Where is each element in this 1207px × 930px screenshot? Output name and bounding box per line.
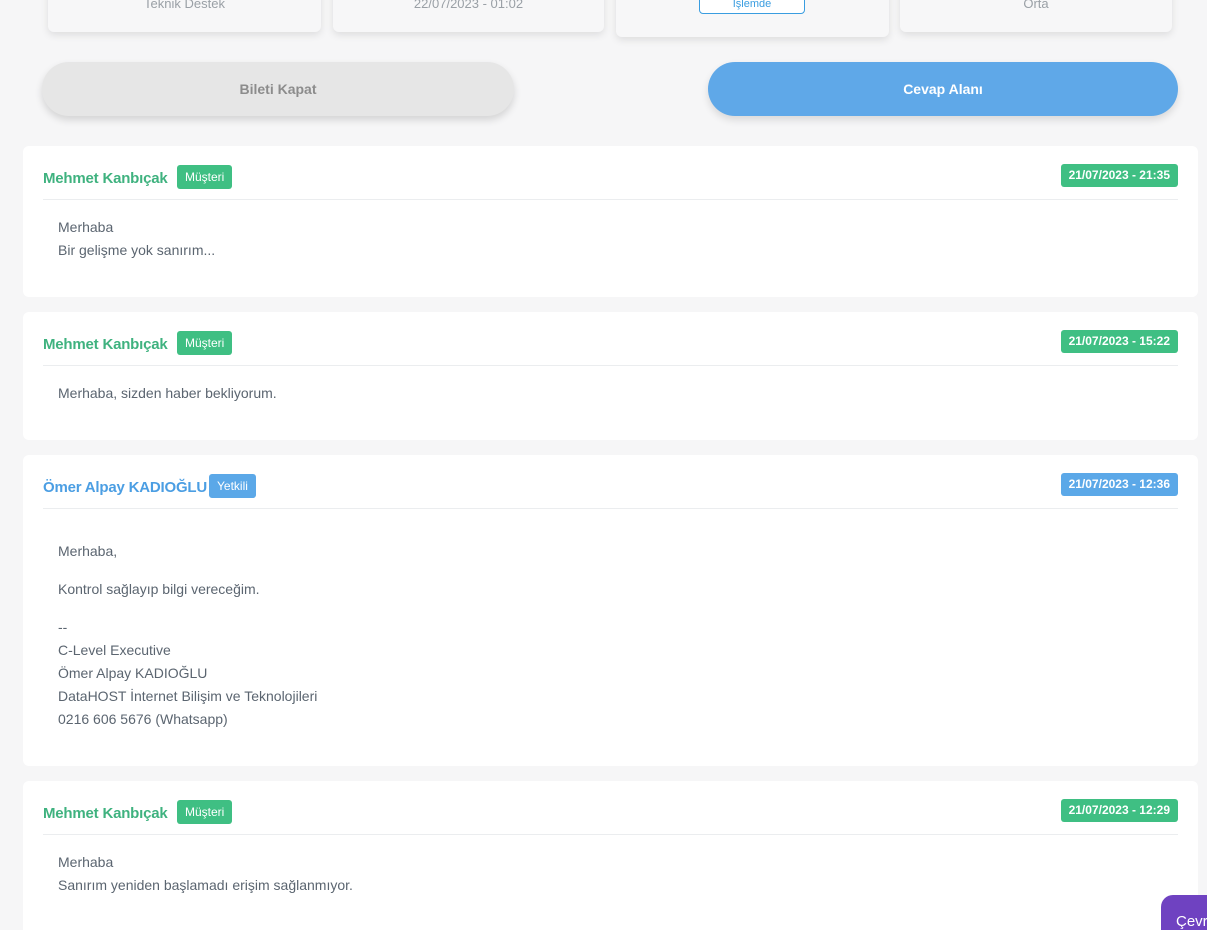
message-line: Merhaba, [58,543,118,559]
message-header: Mehmet Kanbıçak Müşteri 21/07/2023 - 12:… [43,781,1178,835]
role-badge: Yetkili [209,474,256,498]
message-line: Merhaba [58,219,114,235]
chat-status-label: Çevrimiçi [1176,913,1207,930]
status-card: İşlemde [616,0,889,37]
department-value: Teknik Destek [144,0,225,11]
message-line: Merhaba [58,854,114,870]
live-chat-tab[interactable]: Çevrimiçi [1161,895,1207,930]
role-badge: Müşteri [177,800,233,824]
message-line: Bir gelişme yok sanırım... [58,242,216,258]
message-header: Mehmet Kanbıçak Müşteri 21/07/2023 - 15:… [43,312,1178,366]
message-body: Merhaba Bir gelişme yok sanırım... [58,216,215,262]
priority-value: Orta [1023,0,1049,11]
created-date-card: 22/07/2023 - 01:02 [333,0,604,32]
message-header: Ömer Alpay KADIOĞLU Yetkili 21/07/2023 -… [43,455,1178,509]
signature-line: Ömer Alpay KADIOĞLU [58,665,208,681]
message-author: Mehmet Kanbıçak [43,170,168,187]
signature-line: 0216 606 5676 (Whatsapp) [58,711,228,727]
reply-area-button[interactable]: Cevap Alanı [708,62,1178,116]
message-header: Mehmet Kanbıçak Müşteri 21/07/2023 - 21:… [43,146,1178,200]
message-author: Ömer Alpay KADIOĞLU [43,479,208,496]
signature-line: C-Level Executive [58,642,171,658]
date-badge: 21/07/2023 - 15:22 [1060,330,1178,353]
message-body: Merhaba, sizden haber bekliyorum. [58,382,277,405]
created-date-value: 22/07/2023 - 01:02 [413,0,524,11]
signature-separator: -- [58,619,68,635]
message-body: Merhaba Sanırım yeniden başlamadı erişim… [58,851,353,897]
message-card: Mehmet Kanbıçak Müşteri 21/07/2023 - 12:… [23,781,1198,930]
signature-line: DataHOST İnternet Bilişim ve Teknolojile… [58,688,318,704]
message-body: Merhaba, Kontrol sağlayıp bilgi vereceği… [58,540,317,731]
message-card: Ömer Alpay KADIOĞLU Yetkili 21/07/2023 -… [23,455,1198,766]
status-badge: İşlemde [699,0,805,14]
ticket-info-row: Teknik Destek 22/07/2023 - 01:02 İşlemde… [0,0,1207,40]
message-card: Mehmet Kanbıçak Müşteri 21/07/2023 - 15:… [23,312,1198,440]
message-line: Merhaba, sizden haber bekliyorum. [58,385,277,401]
role-badge: Müşteri [177,331,233,355]
date-badge: 21/07/2023 - 21:35 [1060,164,1178,187]
priority-card: Orta [900,0,1172,32]
role-badge: Müşteri [177,165,233,189]
date-badge: 21/07/2023 - 12:36 [1060,473,1178,496]
department-card: Teknik Destek [48,0,321,32]
message-card: Mehmet Kanbıçak Müşteri 21/07/2023 - 21:… [23,146,1198,297]
message-author: Mehmet Kanbıçak [43,336,168,353]
close-ticket-button[interactable]: Bileti Kapat [42,62,514,116]
message-author: Mehmet Kanbıçak [43,805,168,822]
message-line: Kontrol sağlayıp bilgi vereceğim. [58,581,260,597]
message-line: Sanırım yeniden başlamadı erişim sağlanm… [58,877,353,893]
date-badge: 21/07/2023 - 12:29 [1060,799,1178,822]
